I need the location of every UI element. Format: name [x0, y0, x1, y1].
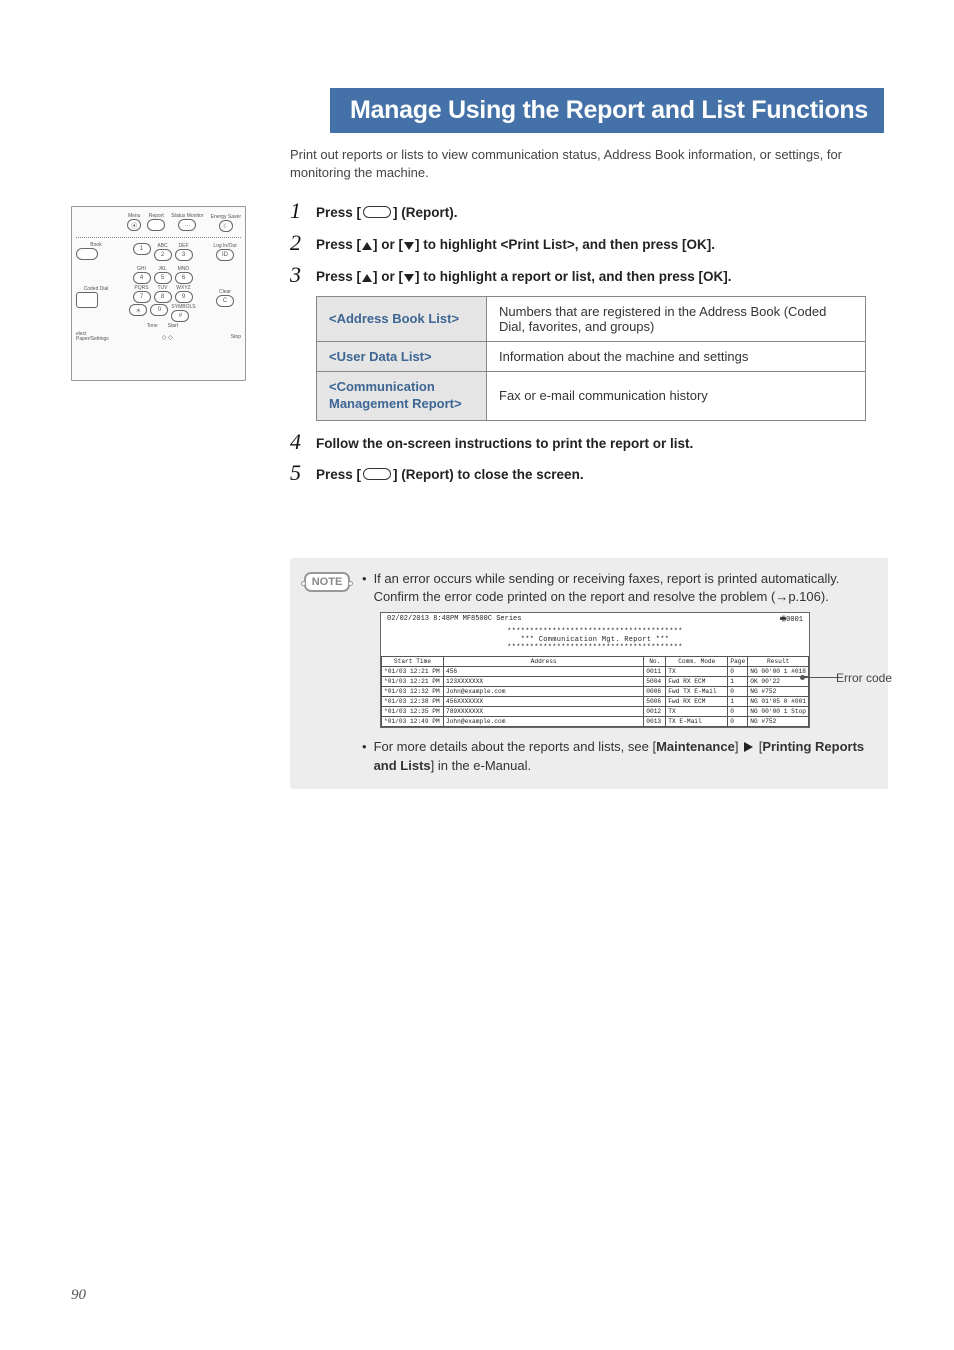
option-desc-cell: Information about the machine and settin… — [487, 341, 866, 371]
step-number: 1 — [290, 200, 316, 222]
report-sample-table: Start Time Address No. Comm. Mode Page R… — [381, 656, 809, 727]
report-key-icon — [363, 206, 391, 218]
table-row: <Address Book List> Numbers that are reg… — [317, 296, 866, 341]
report-key-icon — [363, 468, 391, 480]
table-row: <Communication Management Report> Fax or… — [317, 371, 866, 420]
step-2: 2 Press [] or [] to highlight <Print Lis… — [290, 232, 870, 256]
options-table: <Address Book List> Numbers that are reg… — [316, 296, 866, 421]
arrow-right-icon — [744, 742, 753, 752]
step-1: 1 Press [] (Report). — [290, 200, 870, 224]
step-4: 4 Follow the on-screen instructions to p… — [290, 431, 870, 455]
report-sample-figure: 02/02/2013 8:48PM MF8500C Series🖷0001 **… — [380, 612, 810, 728]
option-desc-cell: Fax or e-mail communication history — [487, 371, 866, 420]
option-name-cell: <Address Book List> — [317, 296, 487, 341]
steps-list: 1 Press [] (Report). 2 Press [] or [] to… — [290, 200, 870, 494]
table-row: <User Data List> Information about the m… — [317, 341, 866, 371]
step-number: 5 — [290, 462, 316, 484]
step-number: 2 — [290, 232, 316, 254]
note-block: NOTE • If an error occurs while sending … — [290, 558, 888, 789]
up-triangle-icon — [362, 274, 372, 282]
note-bullet-1: • If an error occurs while sending or re… — [362, 570, 874, 606]
error-code-callout-line — [803, 677, 837, 678]
step-3: 3 Press [] or [] to highlight a report o… — [290, 264, 870, 288]
down-triangle-icon — [404, 274, 414, 282]
intro-paragraph: Print out reports or lists to view commu… — [290, 146, 850, 181]
step-text: Follow the on-screen instructions to pri… — [316, 431, 693, 455]
page-heading: Manage Using the Report and List Functio… — [330, 88, 884, 133]
step-text: Press [] or [] to highlight <Print List>… — [316, 232, 715, 256]
step-text: Press [] (Report) to close the screen. — [316, 462, 584, 486]
step-number: 4 — [290, 431, 316, 453]
step-5: 5 Press [] (Report) to close the screen. — [290, 462, 870, 486]
note-bullet-2: • For more details about the reports and… — [362, 738, 874, 774]
down-triangle-icon — [404, 242, 414, 250]
control-panel-illustration: Menu⦿ Report Status Monitor… Energy Save… — [71, 206, 246, 381]
step-text: Press [] or [] to highlight a report or … — [316, 264, 732, 288]
option-desc-cell: Numbers that are registered in the Addre… — [487, 296, 866, 341]
page-number: 90 — [71, 1287, 86, 1304]
option-name-cell: <User Data List> — [317, 341, 487, 371]
error-code-label: Error code — [836, 671, 892, 685]
note-badge: NOTE — [304, 572, 350, 592]
step-text: Press [] (Report). — [316, 200, 458, 224]
up-triangle-icon — [362, 242, 372, 250]
step-number: 3 — [290, 264, 316, 286]
option-name-cell: <Communication Management Report> — [317, 371, 487, 420]
